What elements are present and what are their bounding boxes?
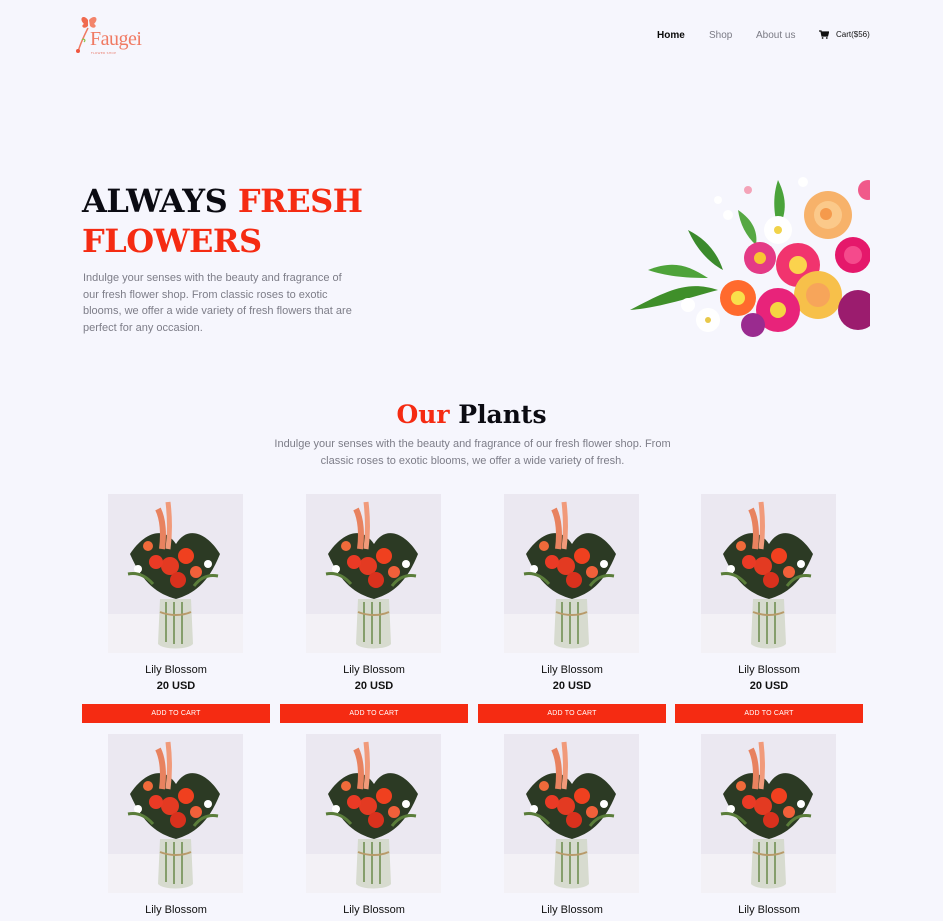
product-price: 20 USD <box>354 680 394 692</box>
section-description: Indulge your senses with the beauty and … <box>274 438 671 467</box>
product-name[interactable]: Lily Blossom <box>82 904 270 916</box>
product-name[interactable]: Lily Blossom <box>280 904 468 916</box>
product-image[interactable] <box>504 734 639 893</box>
product-price: 20 USD <box>749 680 789 692</box>
section-title: Our Plants <box>0 400 943 429</box>
add-to-cart-button[interactable]: ADD TO CART <box>82 704 270 723</box>
product-name[interactable]: Lily Blossom <box>82 664 270 676</box>
cart-icon <box>819 30 829 39</box>
product-image[interactable] <box>504 494 639 653</box>
bouquet-photo-icon <box>306 494 441 653</box>
hero-title-plain: ALWAYS <box>82 182 238 220</box>
hero-title-accent-1: FRESH <box>237 182 363 220</box>
add-to-cart-button[interactable]: ADD TO CART <box>280 704 468 723</box>
bouquet-photo-icon <box>701 734 836 893</box>
product-image[interactable] <box>108 494 243 653</box>
nav-about[interactable]: About us <box>756 30 795 41</box>
bouquet-photo-icon <box>108 494 243 653</box>
bouquet-photo-icon <box>306 734 441 893</box>
hero-title: ALWAYS FRESH FLOWERS <box>82 181 363 261</box>
hero-flower-bouquet-image <box>630 177 870 337</box>
add-to-cart-button[interactable]: ADD TO CART <box>478 704 666 723</box>
add-to-cart-button[interactable]: ADD TO CART <box>675 704 863 723</box>
product-name[interactable]: Lily Blossom <box>478 664 666 676</box>
product-image[interactable] <box>306 494 441 653</box>
product-image[interactable] <box>701 734 836 893</box>
product-price: 20 USD <box>552 680 592 692</box>
bouquet-photo-icon <box>108 734 243 893</box>
hero-title-accent-2: FLOWERS <box>82 222 262 260</box>
product-price: 20 USD <box>156 680 196 692</box>
nav-home[interactable]: Home <box>657 30 685 41</box>
product-image[interactable] <box>306 734 441 893</box>
product-image[interactable] <box>701 494 836 653</box>
logo-tagline: FLOWER SHOP <box>91 51 117 55</box>
product-image[interactable] <box>108 734 243 893</box>
main-nav: Home Shop About us Cart($56) <box>0 30 943 44</box>
product-name[interactable]: Lily Blossom <box>280 664 468 676</box>
section-title-plain: Plants <box>449 400 547 429</box>
cart-link[interactable]: Cart($56) <box>819 30 870 39</box>
bouquet-photo-icon <box>701 494 836 653</box>
product-name[interactable]: Lily Blossom <box>478 904 666 916</box>
bouquet-photo-icon <box>504 734 639 893</box>
bouquet-photo-icon <box>504 494 639 653</box>
hero-description: Indulge your senses with the beauty and … <box>83 272 352 334</box>
section-title-accent: Our <box>396 400 450 429</box>
cart-label: Cart($56) <box>836 30 870 39</box>
product-name[interactable]: Lily Blossom <box>675 664 863 676</box>
product-name[interactable]: Lily Blossom <box>675 904 863 916</box>
nav-shop[interactable]: Shop <box>709 30 732 41</box>
